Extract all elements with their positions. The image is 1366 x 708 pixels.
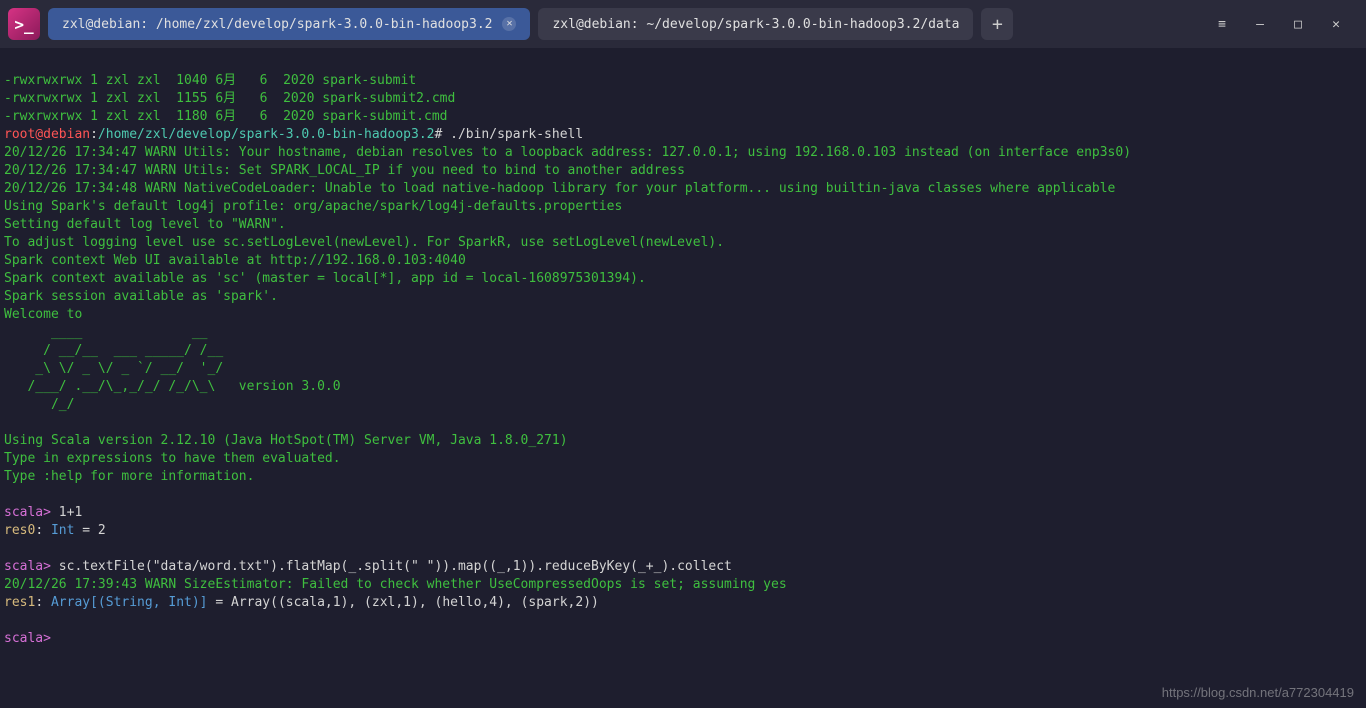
maximize-button[interactable]: □ [1288, 14, 1308, 34]
repl-cmd: sc.textFile("data/word.txt").flatMap(_.s… [51, 559, 732, 574]
scala-prompt: scala> [4, 631, 51, 646]
log-line: To adjust logging level use sc.setLogLev… [4, 235, 724, 250]
tab-active[interactable]: zxl@debian: /home/zxl/develop/spark-3.0.… [48, 8, 530, 40]
close-button[interactable]: ✕ [1326, 14, 1346, 34]
log-line: Spark context available as 'sc' (master … [4, 271, 646, 286]
ls-line: -rwxrwxrwx 1 zxl zxl 1155 6月 6 2020 spar… [4, 91, 455, 106]
ascii-art-line: / __/__ ___ _____/ /__ [4, 343, 223, 358]
log-line: Using Spark's default log4j profile: org… [4, 199, 622, 214]
repl-line: scala> sc.textFile("data/word.txt").flat… [4, 559, 732, 574]
warn-line: 20/12/26 17:34:47 WARN Utils: Set SPARK_… [4, 163, 685, 178]
titlebar: >_ zxl@debian: /home/zxl/develop/spark-3… [0, 0, 1366, 48]
watermark: https://blog.csdn.net/a772304419 [1162, 685, 1354, 700]
warn-line: 20/12/26 17:34:47 WARN Utils: Your hostn… [4, 145, 1131, 160]
prompt-path: /home/zxl/develop/spark-3.0.0-bin-hadoop… [98, 127, 435, 142]
app-icon[interactable]: >_ [8, 8, 40, 40]
info-line: Type :help for more information. [4, 469, 254, 484]
minimize-button[interactable]: — [1250, 14, 1270, 34]
new-tab-button[interactable]: + [981, 8, 1013, 40]
info-line: Using Scala version 2.12.10 (Java HotSpo… [4, 433, 568, 448]
shell-prompt-line: root@debian:/home/zxl/develop/spark-3.0.… [4, 127, 583, 142]
log-line: Setting default log level to "WARN". [4, 217, 286, 232]
window-controls: ≡ — □ ✕ [1212, 14, 1358, 34]
tab-active-label: zxl@debian: /home/zxl/develop/spark-3.0.… [62, 17, 492, 32]
tab-inactive[interactable]: zxl@debian: ~/develop/spark-3.0.0-bin-ha… [538, 8, 973, 40]
ascii-art-line: /_/ [4, 397, 74, 412]
repl-line: scala> 1+1 [4, 505, 82, 520]
welcome-line: Welcome to [4, 307, 82, 322]
repl-cmd: 1+1 [51, 505, 82, 520]
prompt-cmd: ./bin/spark-shell [442, 127, 583, 142]
close-icon[interactable]: ✕ [502, 17, 516, 31]
blank-line [4, 613, 12, 628]
blank-line [4, 541, 12, 556]
scala-prompt: scala> [4, 559, 51, 574]
ls-line: -rwxrwxrwx 1 zxl zxl 1180 6月 6 2020 spar… [4, 109, 447, 124]
terminal-output[interactable]: -rwxrwxrwx 1 zxl zxl 1040 6月 6 2020 spar… [0, 48, 1366, 654]
ascii-art-line: /___/ .__/\_,_/_/ /_/\_\ version 3.0.0 [4, 379, 341, 394]
menu-icon[interactable]: ≡ [1212, 14, 1232, 34]
scala-prompt: scala> [4, 505, 51, 520]
warn-line: 20/12/26 17:39:43 WARN SizeEstimator: Fa… [4, 577, 787, 592]
ascii-art-line: _\ \/ _ \/ _ `/ __/ '_/ [4, 361, 223, 376]
log-line: Spark session available as 'spark'. [4, 289, 278, 304]
warn-line: 20/12/26 17:34:48 WARN NativeCodeLoader:… [4, 181, 1115, 196]
ls-line: -rwxrwxrwx 1 zxl zxl 1040 6月 6 2020 spar… [4, 73, 416, 88]
info-line: Type in expressions to have them evaluat… [4, 451, 341, 466]
blank-line [4, 487, 12, 502]
ascii-art-line: ____ __ [4, 325, 208, 340]
tab-inactive-label: zxl@debian: ~/develop/spark-3.0.0-bin-ha… [552, 17, 959, 32]
repl-result: res0: Int = 2 [4, 523, 106, 538]
log-line: Spark context Web UI available at http:/… [4, 253, 466, 268]
prompt-user: root@debian [4, 127, 90, 142]
repl-result: res1: Array[(String, Int)] = Array((scal… [4, 595, 599, 610]
